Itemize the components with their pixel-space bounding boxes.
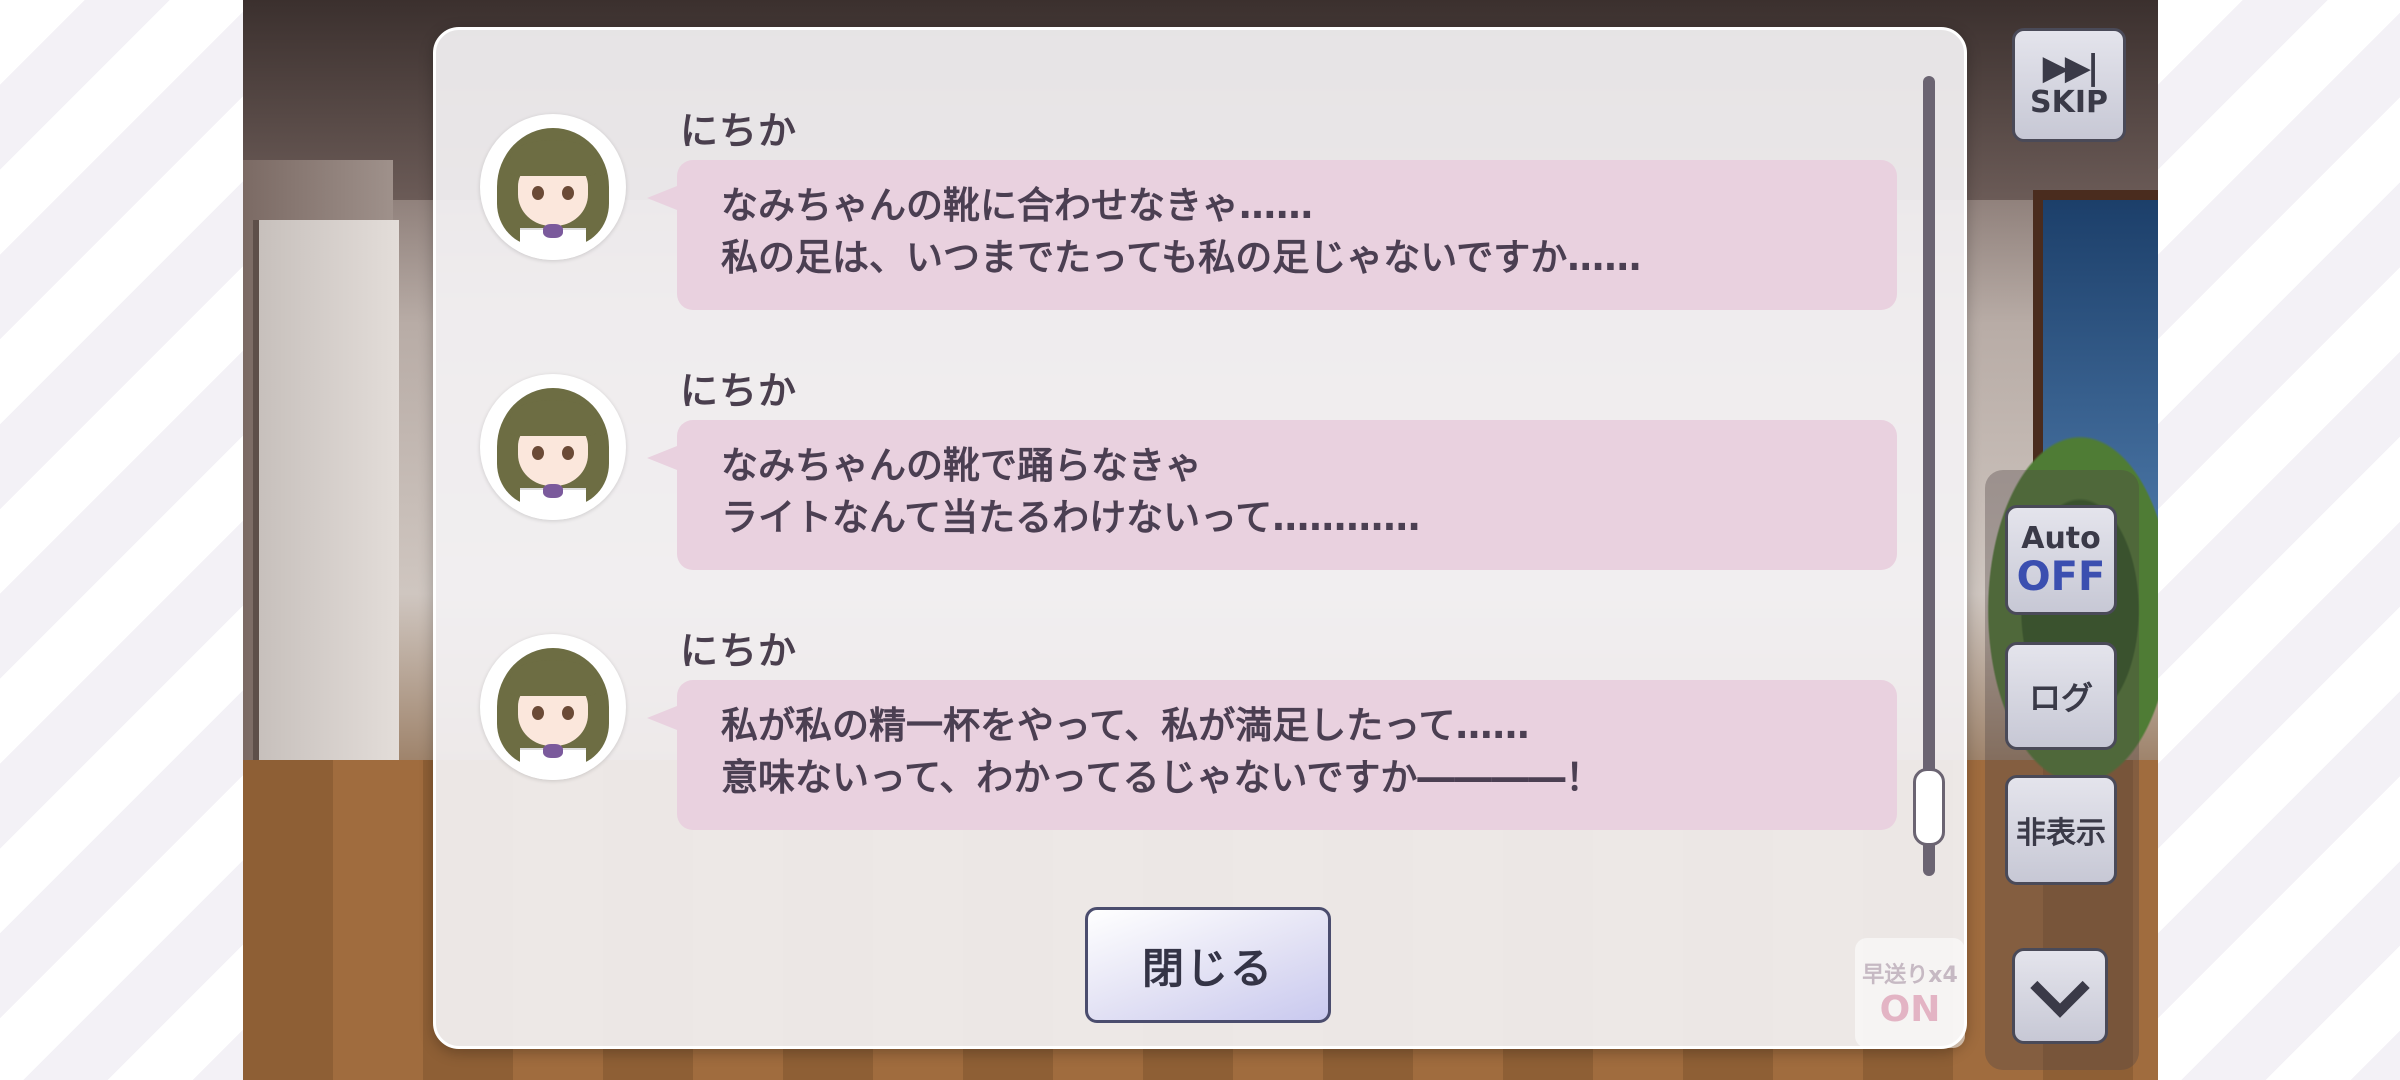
dialogue-line: 意味ないって、わかってるじゃないですか――――！: [721, 756, 1603, 799]
dialogue-line: 私が私の精一杯をやって、私が満足したって……: [721, 704, 1530, 747]
auto-state: OFF: [2016, 554, 2106, 600]
character-avatar: [480, 634, 626, 780]
speech-bubble: なみちゃんの靴で踊らなきゃ ライトなんて当たるわけないって…………: [647, 420, 1897, 570]
log-entry: にちか なみちゃんの靴に合わせなきゃ…… 私の足は、いつまでたっても私の足じゃな…: [480, 30, 1897, 310]
dialogue-line: なみちゃんの靴で踊らなきゃ: [721, 444, 1202, 487]
skip-forward-icon: ▶▶|: [2042, 48, 2100, 88]
speech-bubble: 私が私の精一杯をやって、私が満足したって…… 意味ないって、わかってるじゃないで…: [647, 680, 1897, 830]
chevron-down-icon: [2030, 958, 2090, 1018]
fast-forward-button[interactable]: 早送りx4 ON: [1855, 938, 1965, 1048]
skip-label: SKIP: [2029, 85, 2108, 120]
character-avatar: [480, 114, 626, 260]
auto-label: Auto: [2021, 521, 2101, 556]
dialogue-log-panel: にちか なみちゃんの靴に合わせなきゃ…… 私の足は、いつまでたっても私の足じゃな…: [433, 27, 1967, 1049]
speaker-name: にちか: [680, 369, 798, 413]
speaker-name: にちか: [680, 629, 798, 673]
right-side-pattern: [2158, 0, 2400, 1080]
log-button[interactable]: ログ: [2005, 642, 2117, 750]
fast-forward-state: ON: [1879, 988, 1941, 1030]
scrollbar-track[interactable]: [1923, 76, 1935, 876]
hide-ui-button[interactable]: 非表示: [2005, 775, 2117, 885]
left-side-pattern: [0, 0, 243, 1080]
log-entry: にちか 私が私の精一杯をやって、私が満足したって…… 意味ないって、わかってるじ…: [480, 550, 1897, 830]
auto-button[interactable]: Auto OFF: [2005, 505, 2117, 615]
close-button[interactable]: 閉じる: [1085, 907, 1331, 1023]
dialogue-line: ライトなんて当たるわけないって…………: [721, 496, 1421, 539]
speaker-name: にちか: [680, 109, 798, 153]
skip-button[interactable]: ▶▶| SKIP: [2012, 28, 2126, 142]
speech-bubble: なみちゃんの靴に合わせなきゃ…… 私の足は、いつまでたっても私の足じゃないですか…: [647, 160, 1897, 310]
dialogue-line: 私の足は、いつまでたっても私の足じゃないですか……: [721, 236, 1642, 279]
scrollbar-thumb[interactable]: [1913, 768, 1945, 846]
studio-mirror: [253, 220, 399, 840]
dialogue-line: なみちゃんの靴に合わせなきゃ……: [721, 184, 1313, 227]
menu-toggle-button[interactable]: [2012, 948, 2108, 1044]
character-avatar: [480, 374, 626, 520]
log-entry: にちか なみちゃんの靴で踊らなきゃ ライトなんて当たるわけないって…………: [480, 290, 1897, 570]
fast-forward-label: 早送りx4: [1862, 962, 1958, 988]
